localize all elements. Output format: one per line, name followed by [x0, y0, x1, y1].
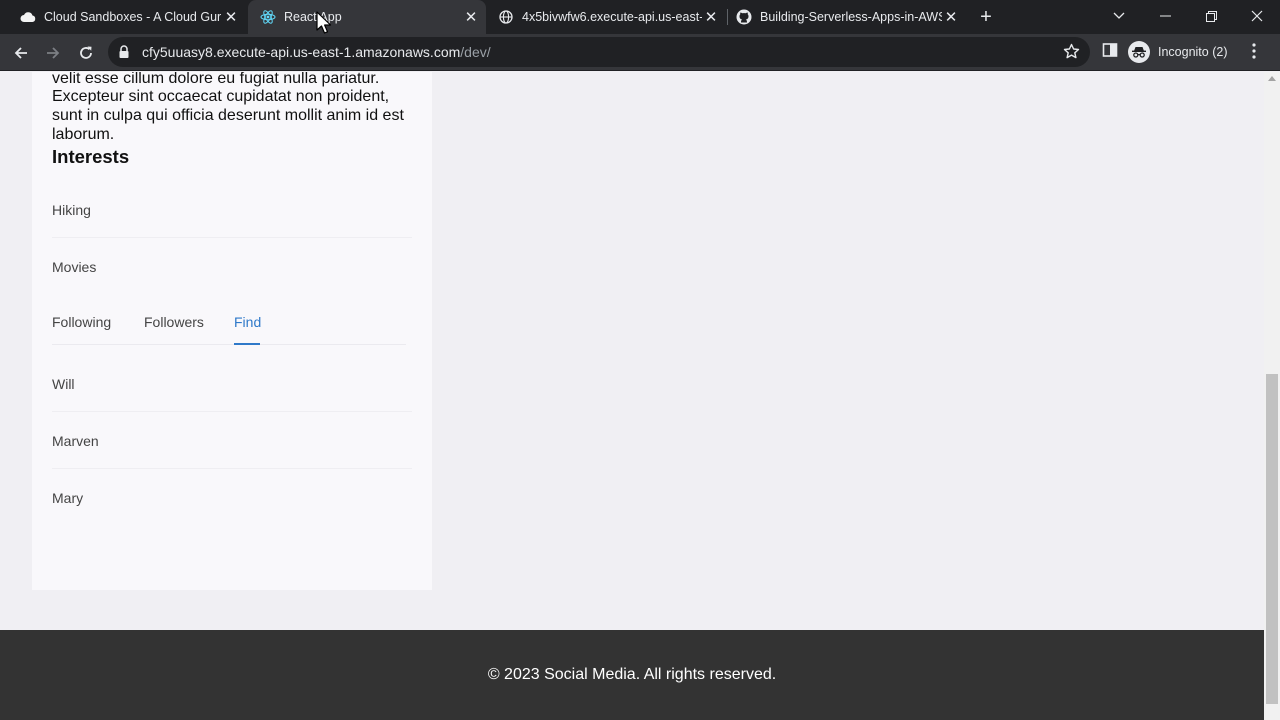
browser-tab-strip: Cloud Sandboxes - A Cloud Guru ✕ React A… — [0, 0, 1280, 34]
more-menu-icon[interactable] — [1252, 43, 1256, 64]
copyright-text: © 2023 Social Media. All rights reserved… — [487, 666, 777, 683]
url-text: cfy5uuasy8.execute-api.us-east-1.amazona… — [142, 44, 491, 60]
minimize-icon[interactable] — [1142, 0, 1188, 32]
page-scrollbar[interactable] — [1264, 72, 1280, 720]
interest-label: Hiking — [52, 202, 91, 218]
interest-item: Hiking — [52, 182, 412, 238]
tab-title: Cloud Sandboxes - A Cloud Guru — [44, 10, 222, 24]
person-list-item[interactable]: Mary — [52, 470, 412, 526]
url-path: /dev/ — [460, 44, 491, 60]
tab-title: Building-Serverless-Apps-in-AWS — [760, 10, 942, 24]
cloud-icon — [20, 9, 36, 25]
close-tab-icon[interactable]: ✕ — [222, 8, 240, 26]
lock-icon[interactable] — [118, 45, 130, 64]
person-list-item[interactable]: Marven — [52, 413, 412, 469]
browser-tab-cloud-sandboxes[interactable]: Cloud Sandboxes - A Cloud Guru ✕ — [8, 0, 246, 34]
page-viewport: laboris nisi ut aliquip ex ea commodo co… — [0, 72, 1264, 720]
browser-tab-react-app[interactable]: React App ✕ — [248, 0, 486, 34]
incognito-icon — [1128, 41, 1150, 63]
interest-item: Movies — [52, 239, 412, 295]
profile-bio: laboris nisi ut aliquip ex ea commodo co… — [52, 72, 404, 143]
person-name: Marven — [52, 433, 99, 449]
profile-card: laboris nisi ut aliquip ex ea commodo co… — [32, 72, 432, 590]
bookmark-star-icon[interactable] — [1063, 43, 1080, 65]
tab-followers[interactable]: Followers — [144, 314, 204, 330]
globe-icon — [498, 9, 514, 25]
browser-tab-github[interactable]: Building-Serverless-Apps-in-AWS ✕ — [728, 0, 966, 34]
mouse-pointer-icon — [316, 11, 332, 40]
react-icon — [260, 9, 276, 25]
active-tab-indicator — [234, 343, 260, 345]
new-tab-button[interactable]: + — [976, 7, 996, 27]
close-window-icon[interactable] — [1234, 0, 1280, 32]
incognito-label: Incognito (2) — [1158, 45, 1228, 59]
scroll-up-arrow-icon[interactable] — [1268, 76, 1276, 81]
person-list-item[interactable]: Will — [52, 356, 412, 412]
incognito-profile-button[interactable]: Incognito (2) — [1128, 38, 1227, 66]
reload-icon[interactable] — [73, 40, 99, 66]
url-host: cfy5uuasy8.execute-api.us-east-1.amazona… — [142, 44, 461, 60]
interest-label: Movies — [52, 259, 97, 275]
close-tab-icon[interactable]: ✕ — [462, 8, 480, 26]
tab-following[interactable]: Following — [52, 314, 111, 330]
tab-search-icon[interactable] — [1096, 0, 1142, 32]
close-tab-icon[interactable]: ✕ — [942, 8, 960, 26]
browser-toolbar: cfy5uuasy8.execute-api.us-east-1.amazona… — [0, 34, 1280, 71]
browser-tab-execute-api[interactable]: 4x5bivwfw6.execute-api.us-east- ✕ — [488, 0, 726, 34]
close-tab-icon[interactable]: ✕ — [702, 8, 720, 26]
interests-heading: Interests — [52, 146, 130, 167]
tab-title: 4x5bivwfw6.execute-api.us-east- — [522, 10, 702, 24]
github-icon — [736, 9, 752, 25]
social-tabs: Following Followers Find — [52, 302, 406, 345]
person-name: Will — [52, 376, 75, 392]
page-footer: © 2023 Social Media. All rights reserved… — [0, 630, 1264, 720]
person-name: Mary — [52, 490, 84, 506]
forward-icon[interactable] — [40, 40, 66, 66]
restore-icon[interactable] — [1188, 0, 1234, 32]
tab-title: React App — [284, 10, 342, 24]
back-icon[interactable] — [8, 40, 34, 66]
tab-find[interactable]: Find — [234, 314, 261, 330]
address-bar[interactable]: cfy5uuasy8.execute-api.us-east-1.amazona… — [108, 37, 1090, 67]
side-panel-icon[interactable] — [1102, 42, 1118, 63]
scroll-thumb[interactable] — [1266, 374, 1278, 704]
